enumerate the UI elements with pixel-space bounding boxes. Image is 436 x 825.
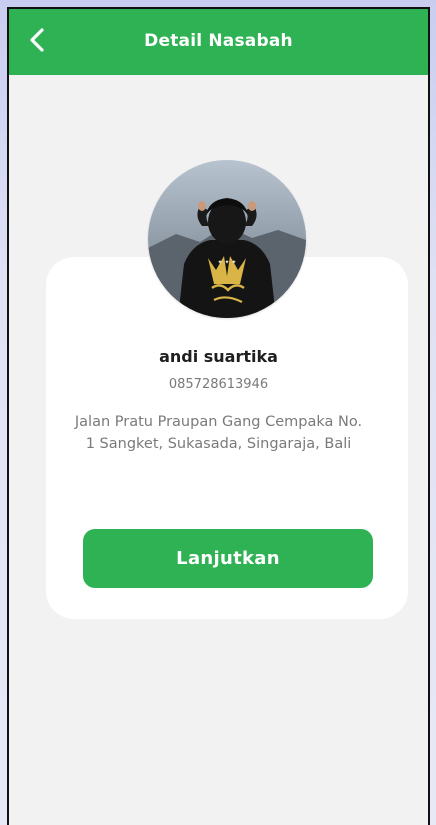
svg-text:✦ ✦ ✦: ✦ ✦ ✦ — [218, 259, 237, 266]
customer-address: Jalan Pratu Praupan Gang Cempaka No. 1 S… — [74, 414, 363, 452]
avatar: ✦ ✦ ✦ — [148, 160, 306, 318]
page-title: Detail Nasabah — [144, 31, 293, 51]
app-bar: Detail Nasabah — [9, 9, 428, 75]
customer-phone: 085728613946 — [168, 377, 269, 392]
screen-frame: Detail Nasabah ✦ ✦ ✦ andi suartika 08572… — [0, 0, 436, 825]
phone-screen: Detail Nasabah ✦ ✦ ✦ andi suartika 08572… — [7, 7, 430, 825]
customer-name: andi suartika — [159, 347, 278, 366]
continue-button[interactable]: Lanjutkan — [83, 529, 373, 588]
